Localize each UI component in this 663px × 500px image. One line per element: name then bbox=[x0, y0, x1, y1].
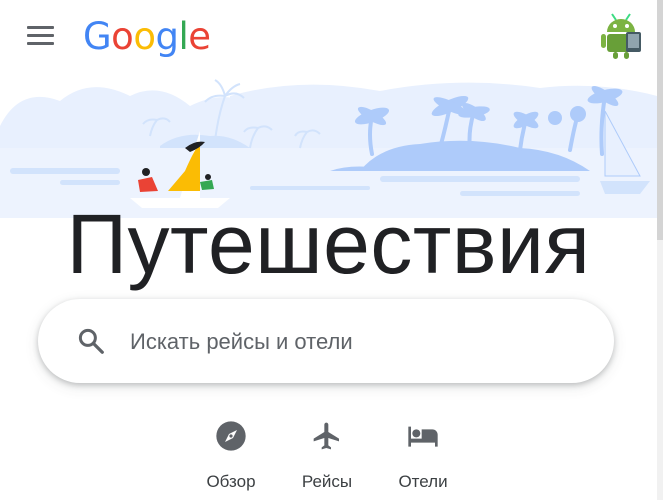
logo-letter: o bbox=[111, 15, 134, 58]
compass-icon bbox=[216, 421, 246, 451]
hamburger-menu-icon bbox=[27, 26, 54, 29]
page-scrollbar[interactable] bbox=[657, 0, 663, 500]
hamburger-menu-icon-line bbox=[27, 34, 54, 37]
search-icon bbox=[78, 328, 104, 354]
page-title: Путешествия bbox=[66, 197, 591, 291]
bottom-navigation: Обзор Рейсы Отели bbox=[0, 410, 657, 500]
nav-label: Рейсы bbox=[301, 472, 353, 491]
nav-item-flights[interactable]: Рейсы bbox=[282, 410, 372, 500]
search-box[interactable] bbox=[38, 299, 614, 383]
google-logo[interactable]: Google bbox=[83, 15, 211, 59]
logo-letter: o bbox=[133, 15, 156, 58]
nav-item-hotels[interactable]: Отели bbox=[378, 410, 468, 500]
android-avatar-icon bbox=[601, 13, 641, 59]
hotel-bed-icon bbox=[408, 426, 438, 447]
top-app-bar: Google bbox=[0, 0, 663, 76]
nav-label: Отели bbox=[398, 472, 448, 491]
account-avatar[interactable] bbox=[600, 12, 644, 60]
nav-label: Обзор bbox=[206, 472, 256, 491]
logo-letter: e bbox=[188, 15, 211, 58]
main-menu-button[interactable] bbox=[22, 20, 58, 52]
logo-letter: G bbox=[83, 15, 112, 58]
logo-letter: g bbox=[155, 15, 179, 58]
search-input[interactable] bbox=[128, 325, 592, 359]
scrollbar-thumb[interactable] bbox=[657, 0, 663, 240]
flight-icon bbox=[313, 422, 339, 450]
nav-item-explore[interactable]: Обзор bbox=[186, 410, 276, 500]
logo-letter: l bbox=[178, 15, 189, 58]
hamburger-menu-icon-line bbox=[27, 42, 54, 45]
